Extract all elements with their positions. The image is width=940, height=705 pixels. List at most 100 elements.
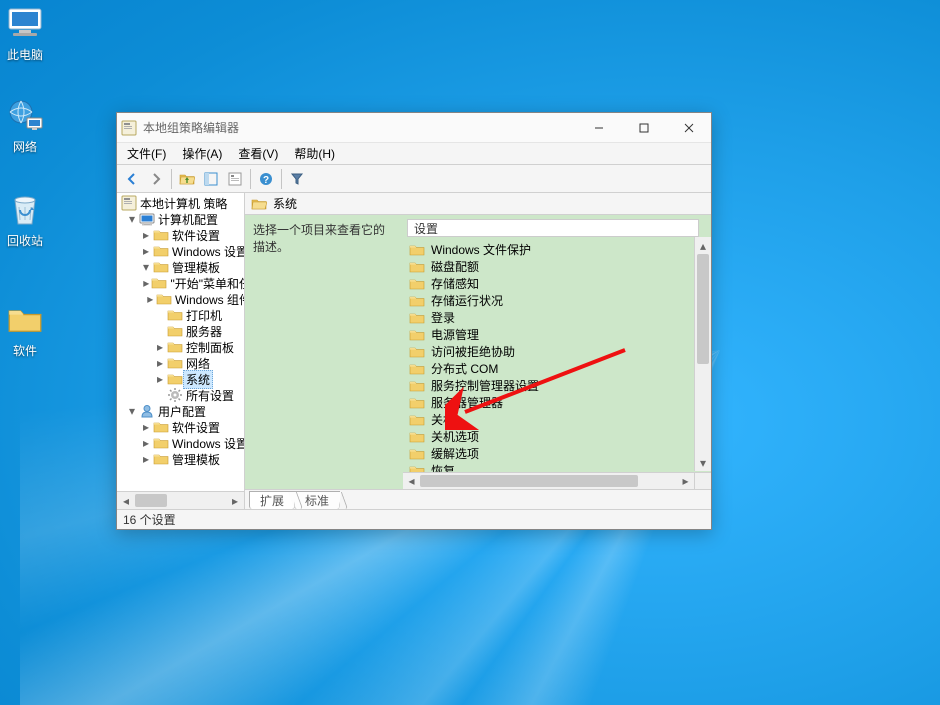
tree-pane[interactable]: 本地计算机 策略 ▾ 计算机配置 ▸ 软件设置 <box>117 193 245 509</box>
scroll-corner <box>694 472 711 489</box>
tree-control-panel[interactable]: ▸ 控制面板 <box>121 339 245 355</box>
tree-start-menu[interactable]: ▸ "开始"菜单和任 <box>121 275 245 291</box>
v-scrollbar[interactable]: ▴ ▾ <box>694 237 711 471</box>
list-item-label: 关机选项 <box>431 428 479 445</box>
tree-user-software-settings[interactable]: ▸ 软件设置 <box>121 419 245 435</box>
minimize-button[interactable] <box>576 113 621 142</box>
expand-icon[interactable]: ▸ <box>141 438 151 448</box>
list-item-label: 登录 <box>431 309 455 326</box>
statusbar: 16 个设置 <box>117 509 711 529</box>
list-item-label: 服务控制管理器设置 <box>431 377 539 394</box>
desktop-icon-software[interactable]: 软件 <box>0 300 60 359</box>
properties-button[interactable] <box>224 168 246 190</box>
settings-list-wrap: 设置 Windows 文件保护磁盘配额存储感知存储运行状况登录电源管理访问被拒绝… <box>403 215 711 489</box>
desktop-icon-network[interactable]: 网络 <box>0 96 60 155</box>
tree-system[interactable]: ▸ 系统 <box>121 371 245 387</box>
scroll-thumb[interactable] <box>697 254 709 364</box>
desktop[interactable]: 此电脑 网络 回收站 软件 <box>0 0 940 705</box>
list-item-label: 分布式 COM <box>431 360 498 377</box>
folder-icon <box>5 302 45 338</box>
tree-server[interactable]: 服务器 <box>121 323 245 339</box>
desktop-icon-recycle-bin[interactable]: 回收站 <box>0 190 60 249</box>
list-item[interactable]: 存储运行状况 <box>407 292 693 309</box>
tree-user-admin-templates[interactable]: ▸ 管理模板 <box>121 451 245 467</box>
desktop-icon-label: 此电脑 <box>0 46 60 63</box>
list-item[interactable]: 服务控制管理器设置 <box>407 377 693 394</box>
list-item[interactable]: 电源管理 <box>407 326 693 343</box>
titlebar[interactable]: 本地组策略编辑器 <box>117 113 711 143</box>
tree-windows-components[interactable]: ▸ Windows 组件 <box>121 291 245 307</box>
window-title: 本地组策略编辑器 <box>143 119 576 136</box>
menu-help[interactable]: 帮助(H) <box>286 143 343 164</box>
maximize-button[interactable] <box>621 113 666 142</box>
scroll-up-icon[interactable]: ▴ <box>695 237 711 254</box>
collapse-icon[interactable]: ▾ <box>127 406 137 416</box>
scroll-left-icon[interactable]: ◂ <box>117 492 135 509</box>
view-tabs: 扩展 标准 <box>245 489 711 509</box>
folder-icon <box>251 196 267 212</box>
expand-icon[interactable]: ▸ <box>146 294 154 304</box>
scroll-down-icon[interactable]: ▾ <box>695 454 711 471</box>
list-item-label: 访问被拒绝协助 <box>431 343 515 360</box>
description-column: 选择一个项目来查看它的描述。 <box>245 215 403 489</box>
tab-extended[interactable]: 扩展 <box>249 491 295 509</box>
tree: 本地计算机 策略 ▾ 计算机配置 ▸ 软件设置 <box>121 195 245 467</box>
svg-text:?: ? <box>263 175 269 186</box>
list-item[interactable]: 分布式 COM <box>407 360 693 377</box>
expand-icon[interactable]: ▸ <box>141 246 151 256</box>
menu-view[interactable]: 查看(V) <box>230 143 286 164</box>
close-button[interactable] <box>666 113 711 142</box>
column-header-settings[interactable]: 设置 <box>407 219 699 237</box>
tree-windows-settings[interactable]: ▸ Windows 设置 <box>121 243 245 259</box>
expand-icon[interactable]: ▸ <box>155 342 165 352</box>
show-hide-tree-button[interactable] <box>200 168 222 190</box>
desktop-icon-label: 网络 <box>0 138 60 155</box>
up-button[interactable] <box>176 168 198 190</box>
expand-icon[interactable]: ▸ <box>143 278 149 288</box>
expand-icon[interactable]: ▸ <box>155 358 165 368</box>
list-item[interactable]: 磁盘配额 <box>407 258 693 275</box>
list-item[interactable]: 访问被拒绝协助 <box>407 343 693 360</box>
list-item[interactable]: 关机 <box>407 411 693 428</box>
recycle-bin-icon <box>5 190 45 230</box>
scroll-thumb[interactable] <box>420 475 638 487</box>
list-item[interactable]: 服务器管理器 <box>407 394 693 411</box>
tree-printers[interactable]: 打印机 <box>121 307 245 323</box>
filter-button[interactable] <box>286 168 308 190</box>
menu-action[interactable]: 操作(A) <box>174 143 230 164</box>
expand-icon[interactable]: ▸ <box>141 422 151 432</box>
tree-admin-templates[interactable]: ▾ 管理模板 <box>121 259 245 275</box>
tree-computer-config[interactable]: ▾ 计算机配置 <box>121 211 245 227</box>
tree-all-settings[interactable]: 所有设置 <box>121 387 245 403</box>
list-item-label: 服务器管理器 <box>431 394 503 411</box>
scroll-right-icon[interactable]: ▸ <box>226 492 244 509</box>
desktop-icon-this-pc[interactable]: 此电脑 <box>0 4 60 63</box>
h-scrollbar[interactable]: ◂ ▸ <box>403 472 694 489</box>
folder-icon <box>409 310 425 326</box>
tree-root[interactable]: 本地计算机 策略 <box>121 195 245 211</box>
settings-list[interactable]: Windows 文件保护磁盘配额存储感知存储运行状况登录电源管理访问被拒绝协助分… <box>407 241 693 489</box>
list-item[interactable]: 缓解选项 <box>407 445 693 462</box>
expand-icon[interactable]: ▸ <box>141 230 151 240</box>
tree-h-scrollbar[interactable]: ◂ ▸ <box>117 491 244 509</box>
list-item[interactable]: Windows 文件保护 <box>407 241 693 258</box>
back-button[interactable] <box>121 168 143 190</box>
collapse-icon[interactable]: ▾ <box>141 262 151 272</box>
expand-icon[interactable]: ▸ <box>155 374 165 384</box>
list-item[interactable]: 登录 <box>407 309 693 326</box>
help-button[interactable]: ? <box>255 168 277 190</box>
scroll-right-icon[interactable]: ▸ <box>677 473 694 489</box>
details-pane: 系统 选择一个项目来查看它的描述。 设置 Windows 文件保护磁盘配额存储感… <box>245 193 711 509</box>
tree-user-config[interactable]: ▾ 用户配置 <box>121 403 245 419</box>
tree-user-windows-settings[interactable]: ▸ Windows 设置 <box>121 435 245 451</box>
network-icon <box>5 96 45 136</box>
list-item[interactable]: 存储感知 <box>407 275 693 292</box>
list-item[interactable]: 关机选项 <box>407 428 693 445</box>
expand-icon[interactable]: ▸ <box>141 454 151 464</box>
tree-software-settings[interactable]: ▸ 软件设置 <box>121 227 245 243</box>
forward-button[interactable] <box>145 168 167 190</box>
collapse-icon[interactable]: ▾ <box>127 214 137 224</box>
scroll-left-icon[interactable]: ◂ <box>403 473 420 489</box>
scroll-thumb[interactable] <box>135 494 167 507</box>
menu-file[interactable]: 文件(F) <box>119 143 174 164</box>
